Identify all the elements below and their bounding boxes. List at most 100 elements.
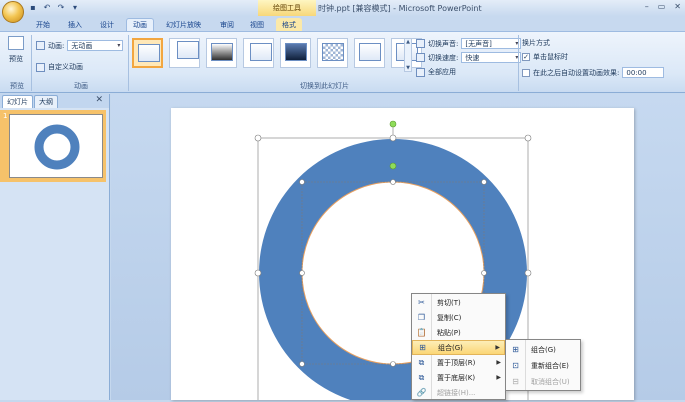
auto-advance-checkbox[interactable] xyxy=(522,68,530,77)
slide-thumbnail xyxy=(9,114,103,178)
menu-item-label: 粘贴(P) xyxy=(437,328,461,337)
ribbon-tabs: 开始 插入 设计 动画 幻灯片放映 审阅 视图 格式 xyxy=(0,16,685,31)
slides-pane: 幻灯片 大纲 ✕ 1 xyxy=(0,94,110,400)
submenu-item-ungroup[interactable]: ⊟ 取消组合(U) xyxy=(506,374,580,389)
transition-group-label: 切换到此幻灯片 xyxy=(300,82,349,90)
preview-label: 预览 xyxy=(9,55,23,63)
pane-tabs: 幻灯片 大纲 ✕ xyxy=(0,94,109,108)
menu-item-label: 剪切(T) xyxy=(437,298,461,307)
on-click-label: 单击鼠标时 xyxy=(533,53,568,61)
transition-cut-black-thumb[interactable] xyxy=(280,38,311,68)
apply-to-all-label: 全部应用 xyxy=(428,68,456,76)
menu-item-send-to-back[interactable]: ⧉ 置于底层(K) ▶ xyxy=(412,370,505,385)
group-icon: ⊞ xyxy=(512,345,519,354)
transition-dissolve-thumb[interactable] xyxy=(317,38,348,68)
group-separator xyxy=(128,35,129,91)
transition-fade-black-thumb[interactable] xyxy=(206,38,237,68)
scroll-up-icon: ▲ xyxy=(406,39,410,45)
tab-format[interactable]: 格式 xyxy=(276,18,302,31)
tab-outline[interactable]: 大纲 xyxy=(34,95,58,108)
tab-insert[interactable]: 插入 xyxy=(62,18,88,31)
transition-fade-thumb[interactable] xyxy=(169,38,200,68)
close-button[interactable]: ✕ xyxy=(674,2,681,11)
menu-item-group[interactable]: ⊞ 组合(G) ▶ xyxy=(412,340,505,355)
menu-item-paste[interactable]: 📋 粘贴(P) xyxy=(412,325,505,340)
menu-item-hyperlink[interactable]: 🔗 超链接(H)... xyxy=(412,385,505,400)
scissors-icon: ✂ xyxy=(418,298,425,307)
minimize-button[interactable]: – xyxy=(645,2,649,11)
tab-slideshow[interactable]: 幻灯片放映 xyxy=(160,18,207,31)
ribbon: 预览 预览 动画: 无动画 ▾ 自定义动画 动画 ▲ ▼ 切换声音: [无声音]… xyxy=(0,31,685,93)
close-icon[interactable]: ✕ xyxy=(95,95,103,105)
menu-item-bring-to-front[interactable]: ⧉ 置于顶层(R) ▶ xyxy=(412,355,505,370)
slide-thumbnail-selected[interactable]: 1 xyxy=(0,110,106,182)
paste-icon: 📋 xyxy=(416,328,427,337)
undo-icon[interactable]: ↶ xyxy=(42,2,52,12)
group-icon: ⊞ xyxy=(419,343,426,352)
preview-group-label: 预览 xyxy=(10,82,24,90)
menu-item-copy[interactable]: ❐ 复制(C) xyxy=(412,310,505,325)
custom-animation-icon xyxy=(36,62,45,72)
transition-none-thumb[interactable] xyxy=(132,38,163,68)
copy-icon: ❐ xyxy=(417,313,426,322)
preview-button[interactable]: 预览 xyxy=(5,36,27,78)
auto-advance-option: 在此之后自动设置动画效果: 00:00 xyxy=(522,67,665,78)
group-separator xyxy=(518,35,519,91)
window-controls: – ▭ ✕ xyxy=(645,2,681,11)
qat-customize-icon[interactable]: ▾ xyxy=(70,2,80,12)
transition-sound-label: 切换声音: xyxy=(428,39,459,48)
apply-all-icon xyxy=(416,67,425,77)
menu-item-label: 复制(C) xyxy=(437,313,462,322)
rotation-handle[interactable] xyxy=(389,120,397,128)
group-submenu: ⊞ 组合(G) ⊡ 重新组合(E) ⊟ 取消组合(U) xyxy=(505,339,581,391)
menu-item-label: 置于顶层(R) xyxy=(437,358,476,367)
custom-animation-button[interactable]: 自定义动画 xyxy=(36,62,83,72)
transition-sound-select[interactable]: [无声音] ▾ xyxy=(461,38,522,49)
submenu-arrow-icon: ▶ xyxy=(496,374,501,381)
slide-number: 1 xyxy=(3,112,8,120)
tab-slides[interactable]: 幻灯片 xyxy=(2,95,33,108)
title-bar: ▪ ↶ ↷ ▾ 绘图工具 时钟.ppt [兼容模式] - Microsoft P… xyxy=(0,0,685,23)
submenu-item-regroup[interactable]: ⊡ 重新组合(E) xyxy=(506,358,580,373)
submenu-arrow-icon: ▶ xyxy=(496,359,501,366)
apply-to-all-button[interactable]: 全部应用 xyxy=(416,67,456,77)
redo-icon[interactable]: ↷ xyxy=(56,2,66,12)
tab-review[interactable]: 审阅 xyxy=(214,18,240,31)
advance-title-label: 换片方式 xyxy=(522,39,550,47)
on-click-checkbox[interactable]: ✓ xyxy=(522,53,530,61)
transition-thumb-image xyxy=(285,43,307,61)
thumbnail-ring xyxy=(34,124,80,170)
gallery-scroll[interactable]: ▲ ▼ xyxy=(404,38,412,72)
animation-select[interactable]: 无动画 ▾ xyxy=(67,40,124,51)
transition-speed-row: 切换速度: 快速 ▾ xyxy=(416,52,522,63)
tab-animations[interactable]: 动画 xyxy=(126,18,154,31)
chevron-down-icon: ▾ xyxy=(117,42,121,49)
save-icon[interactable]: ▪ xyxy=(28,2,38,12)
transition-thumb-image xyxy=(211,43,233,61)
drawing-tools-context-title: 绘图工具 xyxy=(258,0,316,16)
submenu-item-group[interactable]: ⊞ 组合(G) xyxy=(506,342,580,357)
transition-speed-select[interactable]: 快速 ▾ xyxy=(461,52,522,63)
animation-icon xyxy=(36,41,45,50)
animation-row: 动画: 无动画 ▾ xyxy=(36,40,124,51)
tab-design[interactable]: 设计 xyxy=(94,18,120,31)
animation-value: 无动画 xyxy=(71,41,93,50)
maximize-button[interactable]: ▭ xyxy=(658,2,666,11)
menu-item-label: 组合(G) xyxy=(531,345,556,354)
advance-title: 换片方式 xyxy=(522,38,550,48)
transition-thumb-image xyxy=(177,41,199,59)
transition-wipe-down-thumb[interactable] xyxy=(354,38,385,68)
menu-item-label: 置于底层(K) xyxy=(437,373,476,382)
scroll-down-icon: ▼ xyxy=(406,65,410,71)
regroup-icon: ⊡ xyxy=(512,361,519,370)
tab-home[interactable]: 开始 xyxy=(30,18,56,31)
auto-advance-time-input[interactable]: 00:00 xyxy=(622,67,665,78)
slide-canvas-area xyxy=(111,94,685,402)
inner-rotation-handle[interactable] xyxy=(389,162,397,170)
tab-view[interactable]: 视图 xyxy=(244,18,270,31)
animation-label: 动画: xyxy=(48,41,65,50)
menu-item-cut[interactable]: ✂ 剪切(T) xyxy=(412,295,505,310)
office-button[interactable] xyxy=(2,1,24,23)
transition-cut-thumb[interactable] xyxy=(243,38,274,68)
quick-access-toolbar: ▪ ↶ ↷ ▾ xyxy=(28,2,80,12)
